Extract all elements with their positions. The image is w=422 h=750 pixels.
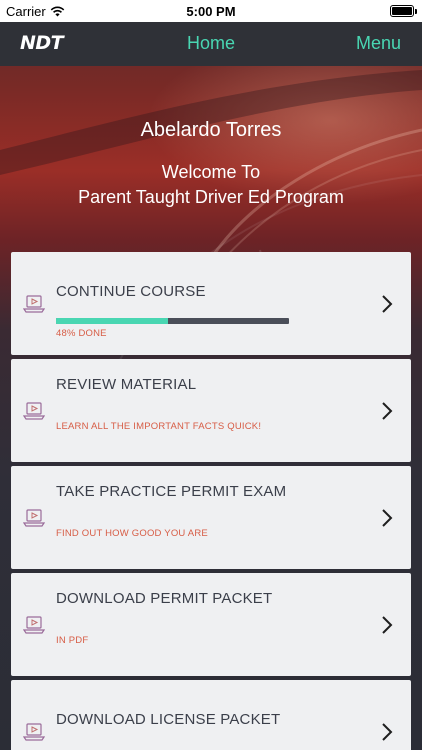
chevron-right-icon: [382, 509, 393, 527]
download-permit-packet-card[interactable]: DOWNLOAD PERMIT PACKET IN PDF: [11, 573, 411, 676]
menu-button[interactable]: Menu: [356, 33, 401, 54]
card-title: REVIEW MATERIAL: [56, 376, 197, 393]
user-name: Abelardo Torres: [140, 119, 282, 141]
chevron-right-icon: [382, 402, 393, 420]
course-progress-fill: [56, 318, 168, 324]
card-title: TAKE PRACTICE PERMIT EXAM: [56, 483, 287, 500]
chevron-right-icon: [382, 295, 393, 313]
nav-bar: NDT Home Menu: [0, 22, 422, 66]
card-subtitle: LEARN ALL THE IMPORTANT FACTS QUICK!: [56, 421, 262, 432]
status-time: 5:00 PM: [186, 4, 236, 19]
card-title: DOWNLOAD LICENSE PACKET: [56, 711, 281, 728]
card-title: CONTINUE COURSE: [56, 283, 206, 300]
chevron-right-icon: [382, 723, 393, 741]
status-bar: Carrier 5:00 PM: [0, 0, 422, 22]
program-name: Parent Taught Driver Ed Program: [78, 187, 344, 207]
laptop-video-icon: [23, 616, 45, 634]
laptop-video-icon: [23, 723, 45, 741]
welcome-hero: Abelardo Torres Welcome To Parent Taught…: [0, 66, 422, 252]
laptop-video-icon: [23, 509, 45, 527]
laptop-video-icon: [23, 295, 45, 313]
card-subtitle: IN PDF: [56, 635, 89, 646]
welcome-title: Welcome To: [161, 162, 261, 182]
card-subtitle: FIND OUT HOW GOOD YOU ARE: [56, 528, 208, 539]
battery-icon: [390, 5, 417, 17]
laptop-video-icon: [23, 402, 45, 420]
card-subtitle: 48% DONE: [56, 328, 107, 339]
review-material-card[interactable]: REVIEW MATERIAL LEARN ALL THE IMPORTANT …: [11, 359, 411, 462]
download-license-packet-card[interactable]: DOWNLOAD LICENSE PACKET: [11, 680, 411, 750]
course-progress-bar: [56, 318, 289, 324]
chevron-right-icon: [382, 616, 393, 634]
practice-permit-exam-card[interactable]: TAKE PRACTICE PERMIT EXAM FIND OUT HOW G…: [11, 466, 411, 569]
card-title: DOWNLOAD PERMIT PACKET: [56, 590, 273, 607]
continue-course-card[interactable]: CONTINUE COURSE 48% DONE: [11, 252, 411, 355]
